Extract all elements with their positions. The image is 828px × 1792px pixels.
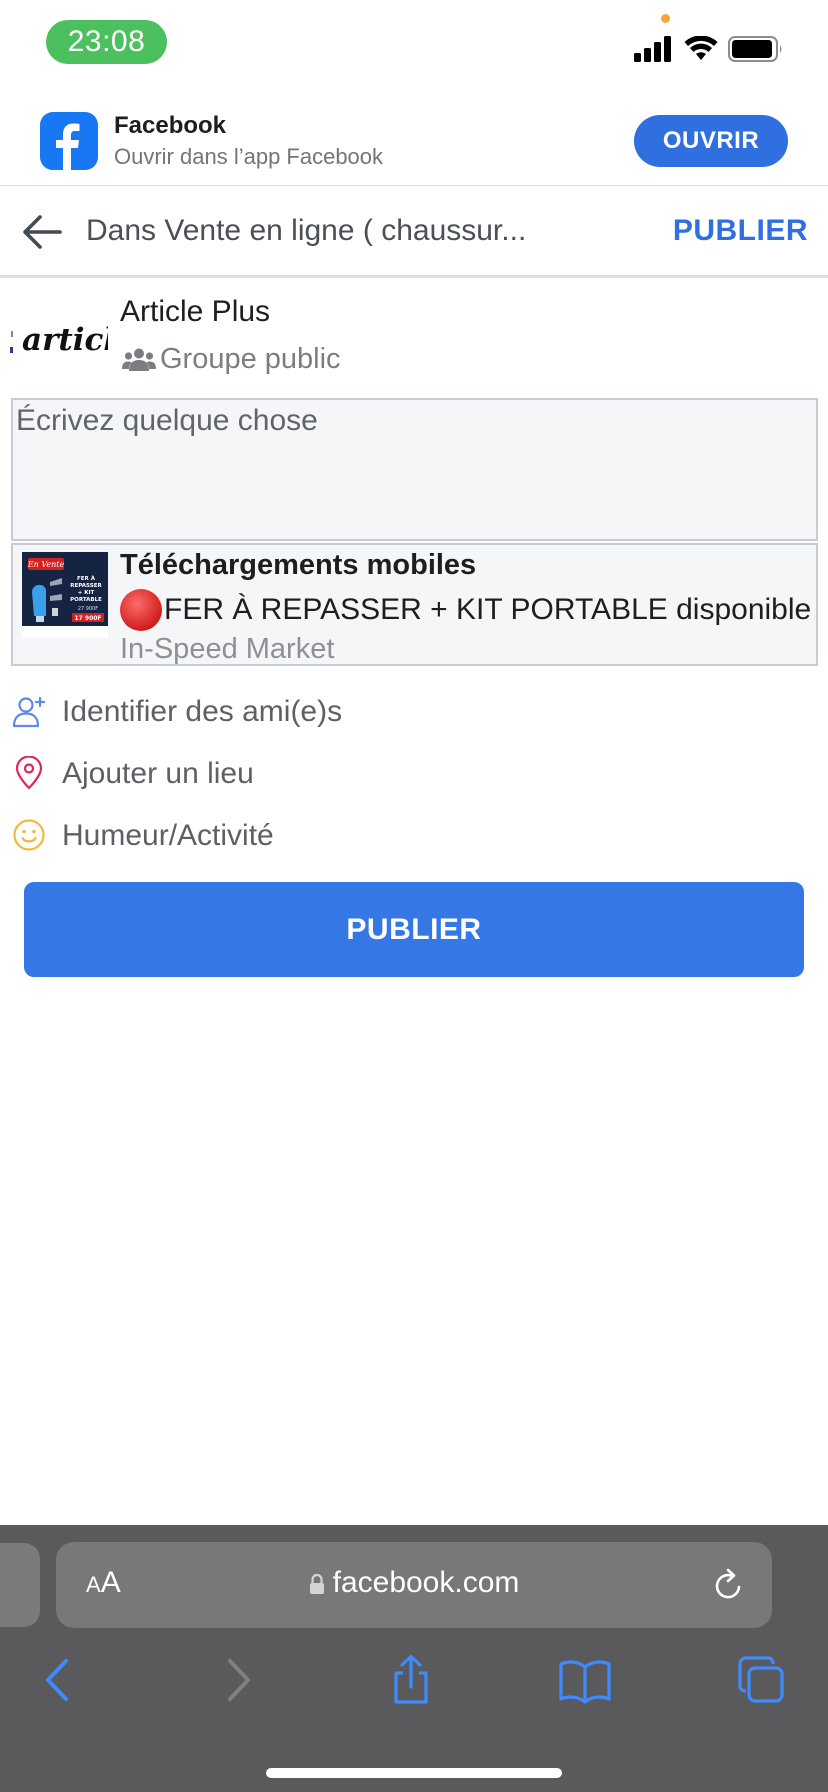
link-preview-thumbnail: En Vente FER À REPASSER + KIT PORTABLE 2… [22,552,108,638]
group-avatar: article [8,301,135,373]
thumbnail-line: FER À [77,575,96,582]
address-bar[interactable]: AA facebook.com [56,1542,772,1628]
smiley-icon [13,819,45,851]
previous-tab-preview[interactable] [0,1543,40,1627]
status-icons [634,30,794,70]
feeling-activity-option[interactable]: Humeur/Activité [0,806,828,866]
thumbnail-price-new: 17 900F [74,615,101,622]
url-display: facebook.com [56,1566,772,1600]
tabs-button[interactable] [736,1655,786,1705]
link-preview-description: FER À REPASSER + KIT PORTABLE disponible [120,589,812,631]
wifi-icon [684,36,718,60]
thumbnail-line: PORTABLE [70,597,102,603]
back-arrow-icon[interactable] [20,212,62,252]
reload-icon[interactable] [710,1566,746,1604]
banner-app-name: Facebook [114,112,227,139]
link-preview-source: In-Speed Market [120,633,335,665]
app-install-banner: Facebook Ouvrir dans l’app Facebook OUVR… [0,90,828,186]
location-pin-icon [15,756,43,790]
battery-icon [728,36,782,62]
privacy-indicator-dot [661,14,670,23]
lock-icon [309,1573,324,1595]
facebook-logo-icon [40,112,98,170]
thumbnail-price-old: 27 900F [78,606,98,612]
tabs-icon [738,1656,784,1703]
share-button[interactable] [386,1654,436,1705]
add-location-option[interactable]: Ajouter un lieu [0,744,828,804]
home-indicator [266,1768,562,1778]
post-composer [11,398,818,541]
composer-header: Dans Vente en ligne ( chaussur... PUBLIE… [0,186,828,278]
cellular-signal-icon [634,36,671,62]
group-info: article Article Plus Groupe public [0,281,828,395]
tag-friends-option[interactable]: Identifier des ami(e)s [0,682,828,742]
banner-subtitle: Ouvrir dans l’app Facebook [114,144,384,169]
url-text: facebook.com [332,1566,520,1599]
forward-button[interactable] [212,1655,262,1705]
thumbnail-line: + KIT [78,590,95,596]
group-type-label: Groupe public [160,343,341,375]
group-members-icon [122,348,156,371]
browser-nav-icons [0,1654,828,1715]
thumbnail-badge: En Vente [27,560,65,569]
link-preview-card[interactable]: En Vente FER À REPASSER + KIT PORTABLE 2… [11,543,818,666]
post-text-input[interactable] [13,400,816,539]
open-book-icon [559,1660,611,1704]
link-preview-description-text: FER À REPASSER + KIT PORTABLE disponible [164,593,812,626]
header-publish-button[interactable]: PUBLIER [673,214,808,248]
status-bar: 23:08 [0,0,828,90]
open-in-app-button[interactable]: OUVRIR [634,115,788,167]
chevron-left-icon [46,1659,68,1701]
option-label: Identifier des ami(e)s [62,695,343,728]
browser-toolbar: AA facebook.com [0,1525,828,1792]
group-name: Article Plus [120,295,271,328]
red-circle-emoji-icon [120,589,162,631]
back-button[interactable] [34,1655,84,1705]
group-privacy: Groupe public [122,343,341,376]
group-avatar-logo-text: article [22,322,108,358]
option-label: Humeur/Activité [62,819,274,852]
share-icon [394,1654,428,1704]
option-label: Ajouter un lieu [62,757,254,790]
link-preview-title: Téléchargements mobiles [120,549,477,581]
chevron-right-icon [228,1659,250,1701]
publish-button[interactable]: PUBLIER [24,882,804,977]
thumbnail-line: REPASSER [70,583,102,589]
bookmarks-button[interactable] [558,1655,611,1705]
page-title: Dans Vente en ligne ( chaussur... [86,214,527,247]
status-time: 23:08 [46,20,167,64]
add-person-icon [12,696,46,728]
